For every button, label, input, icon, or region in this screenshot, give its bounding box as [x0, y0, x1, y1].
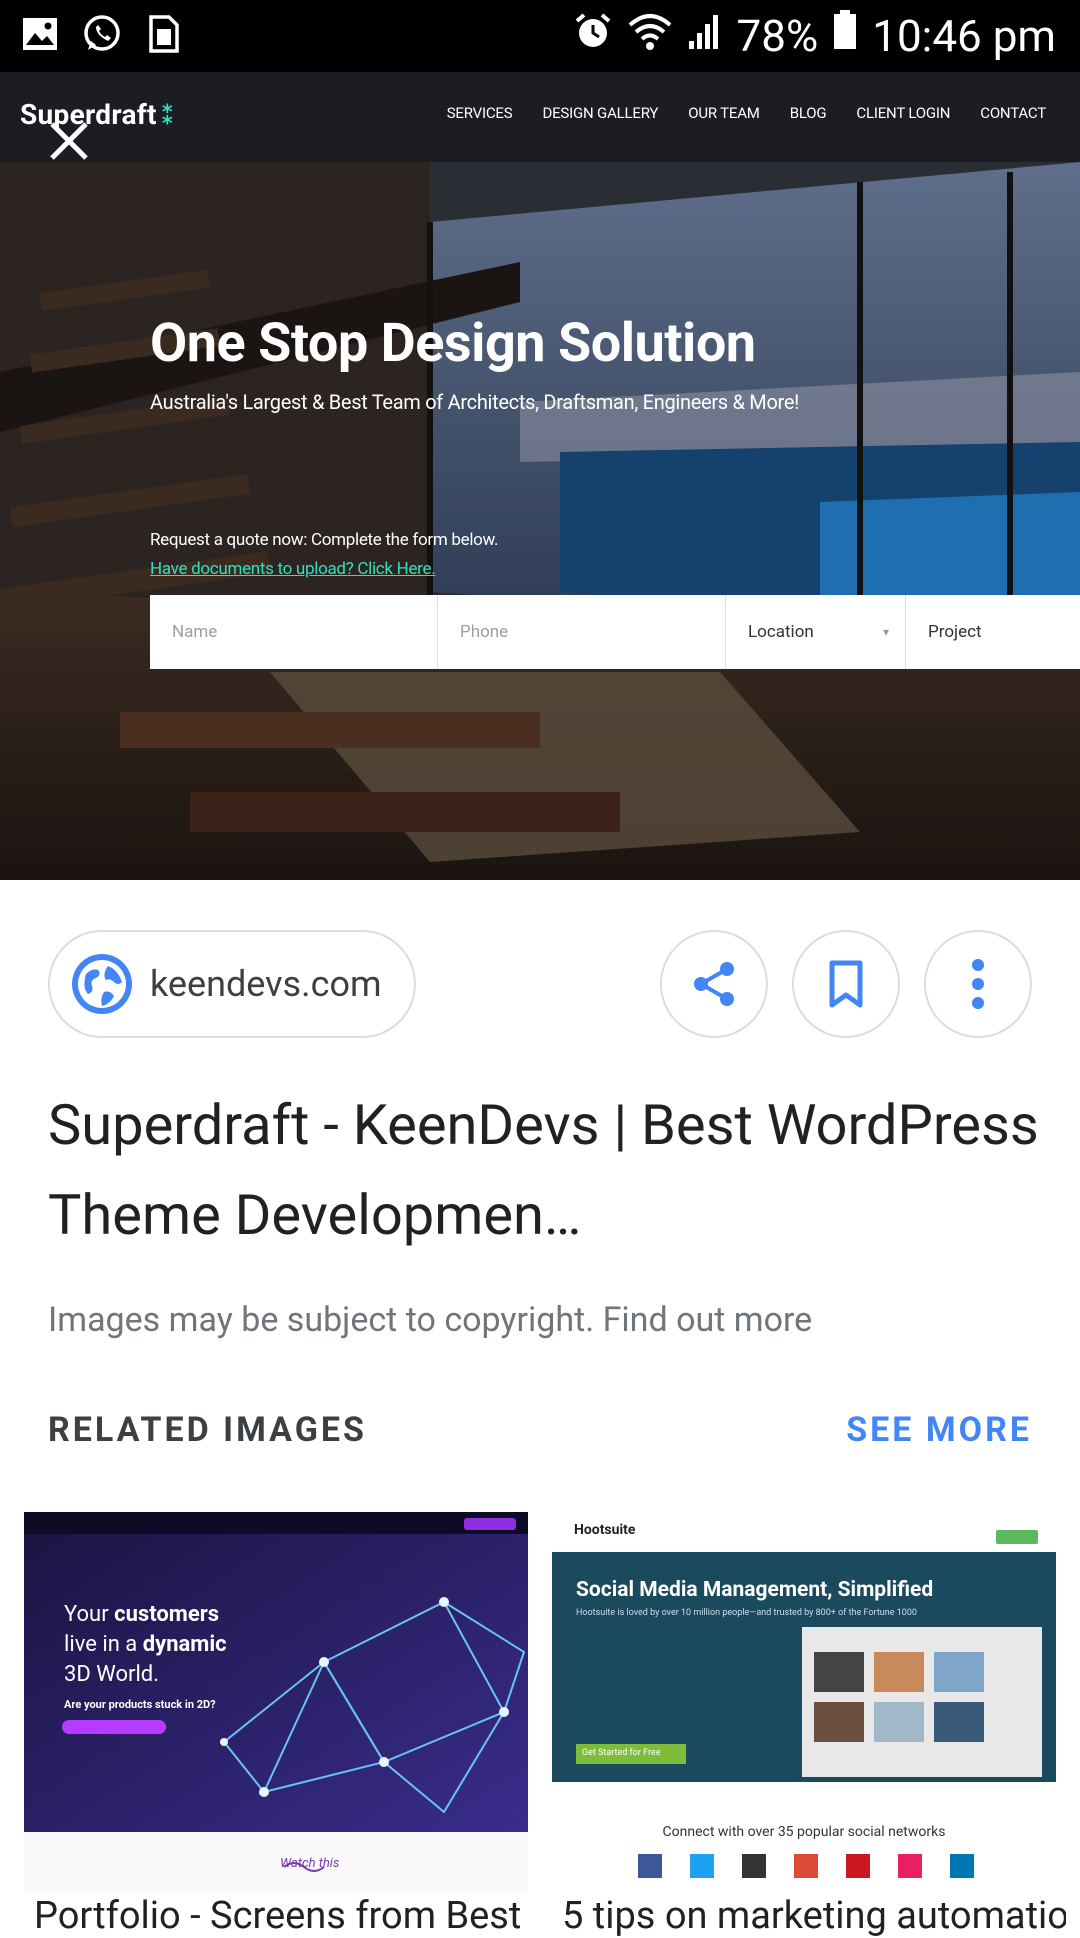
status-bar: 78% 10:46 pm — [0, 0, 1080, 72]
related-image[interactable]: Hootsuite Social Media Management, Simpl… — [552, 1512, 1056, 1892]
battery-percent: 78% — [736, 10, 819, 62]
globe-icon — [72, 954, 132, 1014]
wifi-icon — [627, 8, 673, 64]
site-nav-item: BLOG — [789, 104, 827, 122]
thumb2-cta: Get Started for Free — [582, 1748, 661, 1758]
site-nav: SERVICES DESIGN GALLERY OUR TEAM BLOG CL… — [446, 104, 1047, 122]
image-icon — [20, 14, 60, 54]
share-button[interactable] — [660, 930, 768, 1038]
site-nav-item: DESIGN GALLERY — [542, 104, 659, 122]
architecture-photo — [0, 72, 1080, 880]
related-heading: RELATED IMAGES — [48, 1410, 367, 1450]
form-name-field: Name — [150, 595, 438, 669]
hero-title: One Stop Design Solution — [150, 312, 756, 375]
related-caption[interactable]: 5 tips on marketing automation — [562, 1894, 1066, 1938]
hero-subtitle: Australia's Largest & Best Team of Archi… — [150, 390, 800, 414]
hero-quote-form: Name Phone Location ▾ Project — [150, 595, 1080, 669]
share-icon — [694, 962, 734, 1006]
site-nav-item: CLIENT LOGIN — [856, 104, 951, 122]
thumb1-text: Your customers live in a dynamic 3D Worl… — [64, 1602, 227, 1711]
clock: 10:46 pm — [872, 10, 1056, 62]
thumb2-headline: Social Media Management, Simplified — [576, 1578, 934, 1602]
site-nav-item: SERVICES — [446, 104, 513, 122]
alarm-icon — [573, 8, 613, 64]
save-button[interactable] — [792, 930, 900, 1038]
hero-upload-link: Have documents to upload? Click Here. — [150, 559, 436, 579]
related-caption[interactable]: Portfolio - Screens from Best — [34, 1894, 538, 1938]
form-location-select: Location ▾ — [726, 595, 906, 669]
bookmark-icon — [829, 960, 863, 1008]
battery-icon — [832, 8, 858, 64]
thumb2-tagline: Hootsuite is loved by over 10 million pe… — [576, 1608, 917, 1618]
hero-request-text: Request a quote now: Complete the form b… — [150, 530, 499, 550]
close-icon[interactable] — [44, 116, 94, 166]
thumb2-brand: Hootsuite — [574, 1522, 636, 1538]
form-phone-field: Phone — [438, 595, 726, 669]
chevron-down-icon: ▾ — [882, 625, 889, 639]
more-options-button[interactable] — [924, 930, 1032, 1038]
more-vert-icon — [972, 959, 984, 1009]
sim-icon — [144, 14, 184, 54]
copyright-notice[interactable]: Images may be subject to copyright. Find… — [48, 1300, 812, 1340]
signal-icon — [687, 8, 723, 64]
form-project-field: Project — [928, 622, 982, 642]
thumb1-handwriting: Watch this — [280, 1856, 340, 1871]
site-nav-item: OUR TEAM — [688, 104, 760, 122]
see-more-link[interactable]: SEE MORE — [846, 1410, 1032, 1450]
source-domain: keendevs.com — [150, 963, 382, 1005]
whatsapp-icon — [82, 14, 122, 54]
related-image[interactable]: Your customers live in a dynamic 3D Worl… — [24, 1512, 528, 1892]
source-chip[interactable]: keendevs.com — [48, 930, 416, 1038]
image-preview[interactable]: Superdraft ⁑ SERVICES DESIGN GALLERY OUR … — [0, 72, 1080, 880]
site-nav-item: CONTACT — [980, 104, 1046, 122]
thumb2-footer: Connect with over 35 popular social netw… — [662, 1824, 946, 1840]
result-title[interactable]: Superdraft - KeenDevs | Best WordPress T… — [48, 1080, 1048, 1260]
